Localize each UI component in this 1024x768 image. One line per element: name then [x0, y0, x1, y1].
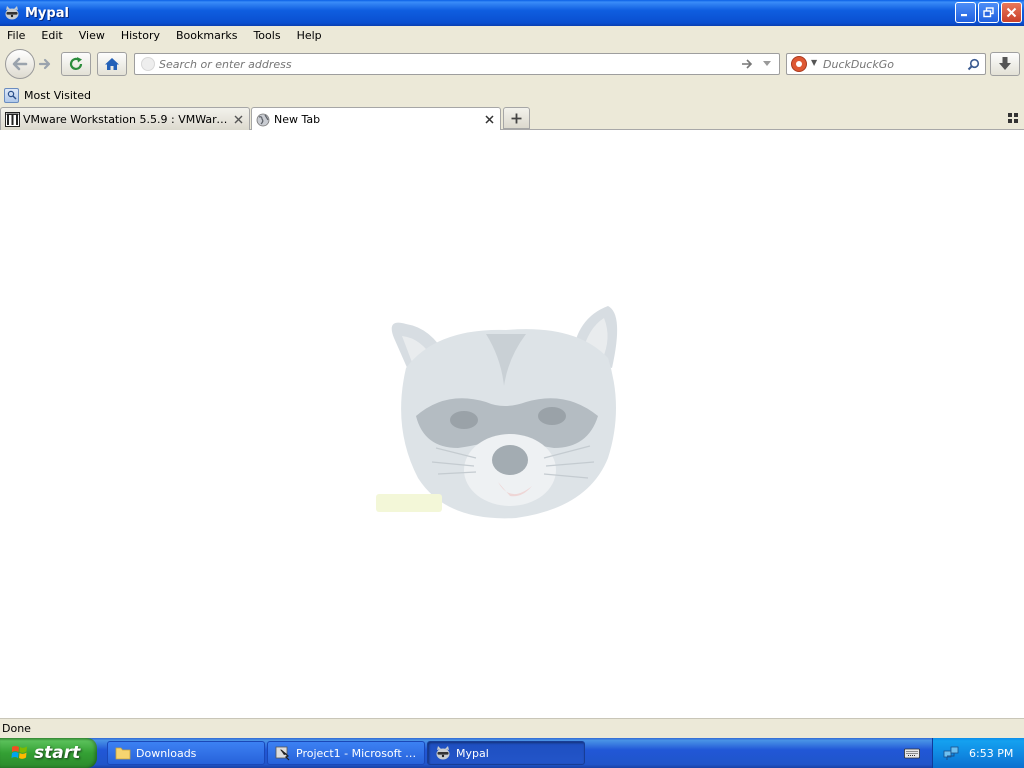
search-bar[interactable]: ▼: [786, 53, 986, 75]
close-icon: [1006, 7, 1017, 18]
window-titlebar[interactable]: Mypal: [0, 0, 1024, 26]
forward-button[interactable]: [34, 53, 56, 75]
address-input[interactable]: [159, 54, 739, 74]
search-button[interactable]: [965, 56, 981, 72]
restore-button[interactable]: [978, 2, 999, 23]
close-button[interactable]: [1001, 2, 1022, 23]
restore-icon: [983, 7, 994, 18]
menu-bar: File Edit View History Bookmarks Tools H…: [0, 26, 1024, 46]
menu-history[interactable]: History: [113, 26, 168, 46]
home-button[interactable]: [97, 52, 127, 76]
grid-icon: [1008, 113, 1018, 123]
history-dropdown-button[interactable]: [760, 56, 774, 72]
raccoon-icon: [435, 745, 451, 761]
tab-new-tab[interactable]: New Tab: [251, 107, 501, 131]
tab-strip: VMware Workstation 5.5.9 : VMWare : Fr..…: [0, 106, 1024, 131]
bookmarks-toolbar: Most Visited: [0, 84, 1024, 106]
status-bar: Done: [0, 718, 1024, 738]
taskbar-item-label: Project1 - Microsoft V...: [296, 746, 422, 760]
list-all-tabs-button[interactable]: [1007, 112, 1019, 124]
tab-vmware[interactable]: VMware Workstation 5.5.9 : VMWare : Fr..…: [0, 107, 250, 130]
globe-icon: [255, 112, 271, 128]
raccoon-icon: [4, 5, 20, 21]
vb-icon: [275, 745, 291, 761]
forward-arrow-icon: [38, 58, 51, 70]
system-tray: 6:53 PM: [932, 738, 1024, 768]
navigation-toolbar: ▼: [0, 46, 1024, 84]
menu-tools[interactable]: Tools: [245, 26, 288, 46]
back-arrow-icon: [12, 57, 28, 71]
raccoon-logo: [376, 306, 618, 519]
minimize-icon: [961, 14, 967, 17]
address-bar[interactable]: [134, 53, 780, 75]
window-title: Mypal: [25, 5, 69, 21]
reload-icon: [69, 57, 83, 70]
duckduckgo-icon[interactable]: [791, 56, 807, 72]
taskbar-item-project1[interactable]: Project1 - Microsoft V...: [267, 741, 425, 765]
go-button[interactable]: [739, 56, 755, 72]
tab-close-button[interactable]: [482, 113, 496, 127]
plus-icon: [511, 113, 522, 123]
search-icon: [967, 58, 979, 70]
tab-close-button[interactable]: [231, 112, 245, 126]
menu-view[interactable]: View: [71, 26, 113, 46]
taskbar-item-downloads[interactable]: Downloads: [107, 741, 265, 765]
downloads-button[interactable]: [990, 52, 1020, 76]
close-icon: [484, 115, 494, 124]
download-arrow-icon: [999, 57, 1011, 70]
windows-flag-icon: [10, 743, 30, 763]
menu-help[interactable]: Help: [289, 26, 330, 46]
search-input[interactable]: [823, 54, 963, 74]
tab-label: VMware Workstation 5.5.9 : VMWare : Fr..…: [23, 112, 231, 126]
taskbar: start Downloads Project1 - Microsoft V..…: [0, 738, 1024, 768]
menu-bookmarks[interactable]: Bookmarks: [168, 26, 245, 46]
page-content: [0, 130, 1024, 718]
home-icon: [105, 58, 119, 70]
window-controls: [955, 2, 1022, 23]
menu-file[interactable]: File: [0, 26, 33, 46]
dropdown-arrow-icon: [763, 61, 771, 66]
reload-button[interactable]: [61, 52, 91, 76]
new-tab-button[interactable]: [503, 107, 530, 129]
status-text: Done: [2, 722, 31, 735]
back-button[interactable]: [5, 49, 35, 79]
start-label: start: [34, 743, 81, 763]
clock: 6:53 PM: [969, 746, 1014, 760]
taskbar-item-mypal[interactable]: Mypal: [427, 741, 585, 765]
engine-dropdown-icon[interactable]: ▼: [811, 58, 817, 67]
archive-icon: [4, 111, 20, 127]
go-arrow-icon: [742, 59, 753, 69]
keyboard-icon[interactable]: [903, 745, 921, 761]
most-visited-icon: [4, 87, 19, 103]
close-icon: [234, 115, 242, 123]
start-button[interactable]: start: [0, 738, 97, 768]
network-icon[interactable]: [943, 745, 959, 761]
menu-edit[interactable]: Edit: [33, 26, 70, 46]
most-visited-bookmark[interactable]: Most Visited: [24, 89, 91, 102]
taskbar-item-label: Mypal: [456, 746, 489, 760]
folder-icon: [115, 745, 131, 761]
tab-label: New Tab: [274, 113, 321, 126]
site-identity-icon: [141, 57, 155, 71]
taskbar-item-label: Downloads: [136, 746, 197, 760]
minimize-button[interactable]: [955, 2, 976, 23]
